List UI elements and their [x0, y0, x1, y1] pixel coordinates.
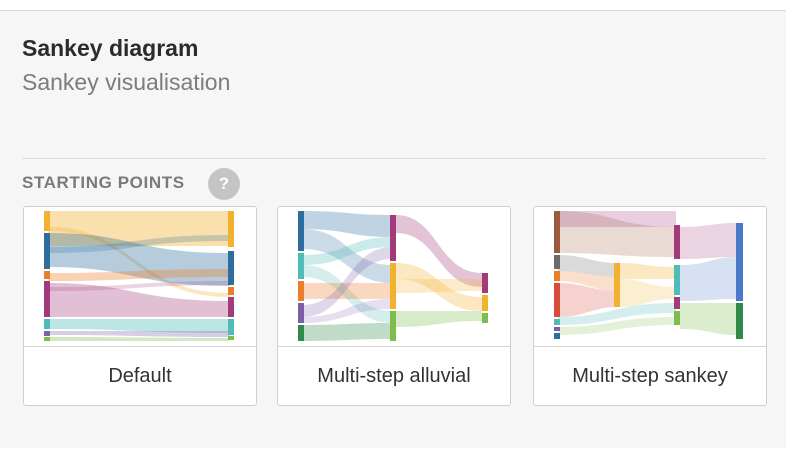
node	[44, 281, 50, 317]
node	[614, 263, 620, 307]
node	[228, 319, 234, 335]
default-sankey-thumbnail	[24, 207, 256, 347]
node	[298, 325, 304, 341]
node	[736, 223, 743, 301]
node	[298, 281, 304, 301]
node	[228, 287, 234, 295]
flow	[48, 337, 230, 341]
card-label: Multi-step sankey	[572, 365, 728, 387]
node	[482, 295, 488, 311]
multi-step-alluvial-thumbnail	[278, 207, 510, 347]
node	[390, 263, 396, 309]
starting-point-card-multi-step-alluvial[interactable]: Multi-step alluvial	[277, 206, 511, 406]
node	[554, 283, 560, 317]
node	[298, 253, 304, 279]
panel-subtitle: Sankey visualisation	[22, 69, 231, 95]
multi-step-alluvial-preview	[298, 211, 488, 341]
node	[228, 336, 234, 340]
section-label-starting-points: STARTING POINTS	[22, 173, 185, 192]
flow	[396, 311, 482, 327]
node	[228, 251, 234, 285]
node	[554, 319, 560, 325]
flow	[396, 279, 482, 293]
multi-step-sankey-thumbnail	[534, 207, 766, 347]
flow	[618, 263, 676, 279]
node	[554, 327, 560, 331]
starting-point-card-multi-step-sankey[interactable]: Multi-step sankey	[533, 206, 767, 406]
node	[554, 333, 560, 339]
node	[44, 233, 50, 269]
node	[298, 303, 304, 323]
help-icon[interactable]: ?	[208, 168, 240, 200]
node	[674, 265, 680, 295]
card-label: Multi-step alluvial	[317, 365, 471, 387]
node	[228, 297, 234, 317]
node	[44, 319, 50, 329]
node	[554, 211, 560, 253]
flow	[680, 303, 738, 335]
flow	[618, 279, 676, 307]
flow	[48, 331, 230, 337]
node	[44, 271, 50, 279]
default-sankey-preview	[44, 211, 234, 341]
flow	[48, 319, 230, 333]
node	[228, 211, 234, 247]
flow	[302, 323, 392, 341]
node	[482, 313, 488, 323]
node	[44, 331, 50, 336]
flow	[680, 223, 738, 259]
divider	[22, 158, 766, 159]
node	[674, 297, 680, 309]
node	[390, 215, 396, 261]
card-label: Default	[108, 365, 172, 387]
panel-title: Sankey diagram	[22, 35, 199, 61]
node	[44, 211, 50, 231]
node	[736, 303, 743, 339]
node	[554, 271, 560, 281]
node	[482, 273, 488, 293]
node	[298, 211, 304, 251]
starting-point-card-default[interactable]: Default	[23, 206, 257, 406]
node	[674, 225, 680, 259]
node	[44, 337, 50, 341]
node	[554, 255, 560, 269]
node	[674, 311, 680, 325]
flow	[558, 211, 676, 227]
multi-step-sankey-preview	[554, 211, 743, 339]
flow	[680, 257, 738, 301]
node	[390, 311, 396, 341]
